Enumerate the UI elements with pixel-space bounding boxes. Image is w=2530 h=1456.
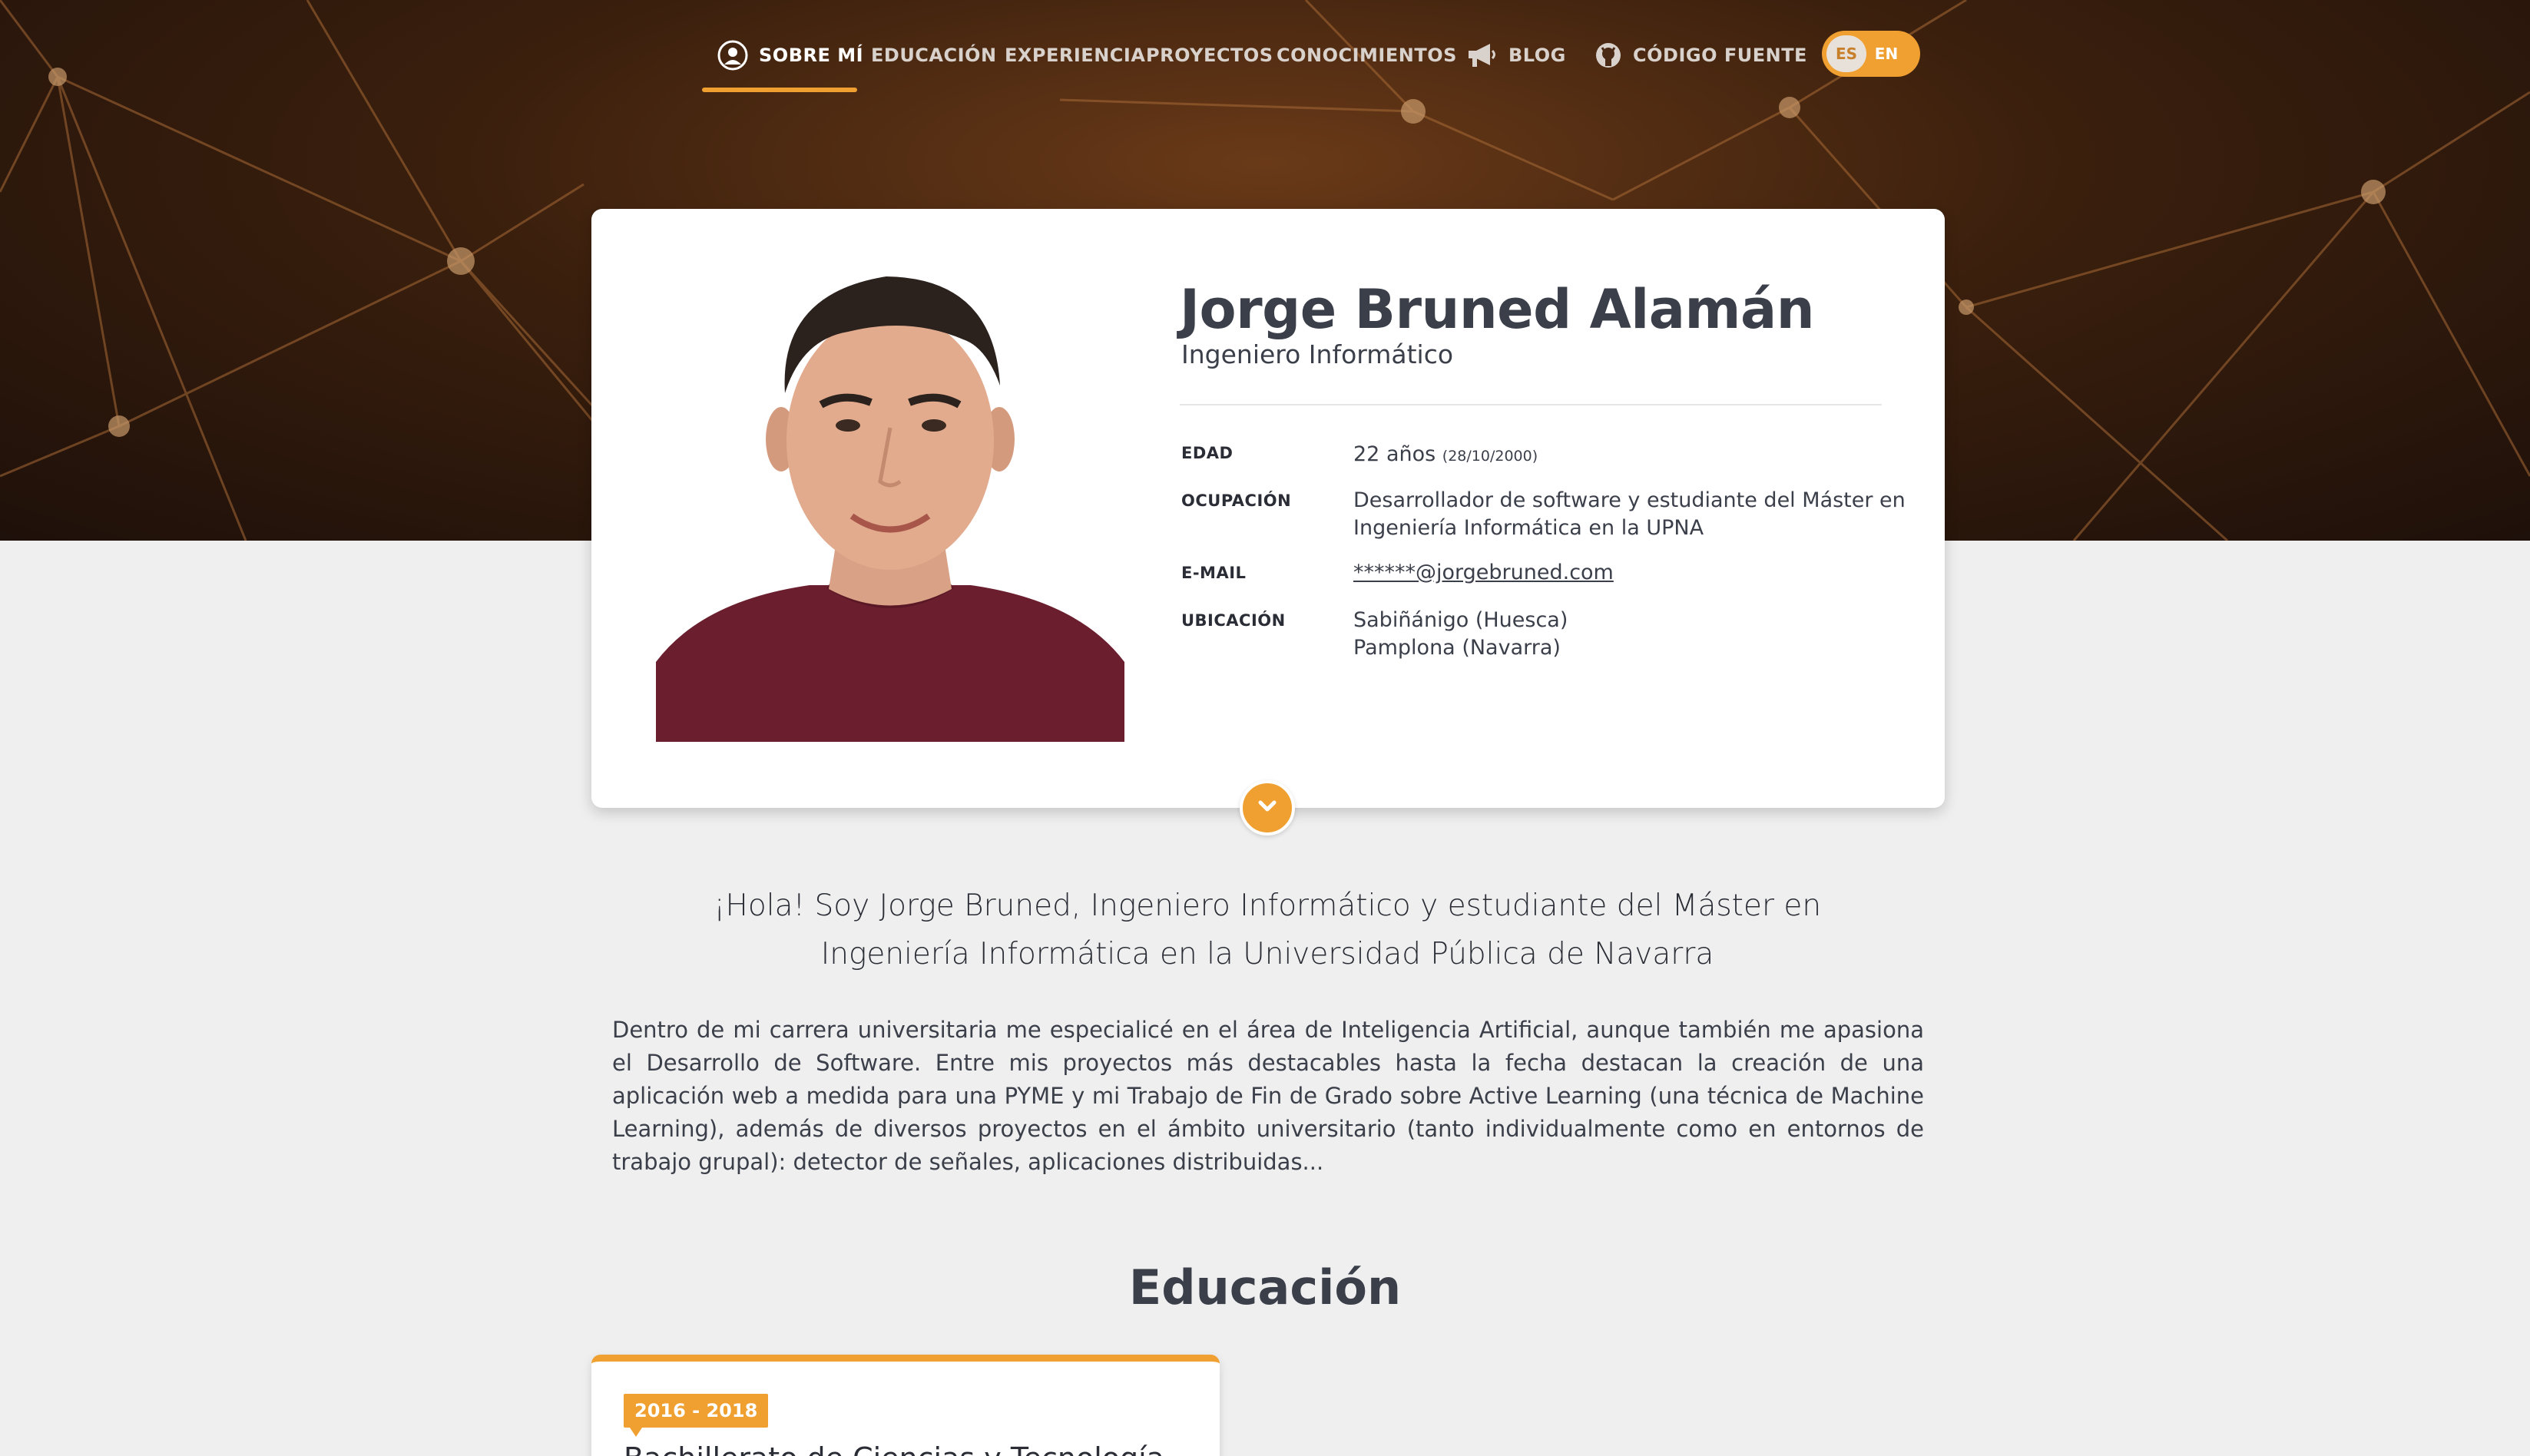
profile-photo	[656, 263, 1124, 742]
nav-item-conocimientos[interactable]: CONOCIMIENTOS	[1277, 40, 1457, 71]
language-option-en[interactable]: EN	[1866, 35, 1906, 72]
scroll-down-button[interactable]	[1240, 780, 1295, 836]
nav-item-label: CONOCIMIENTOS	[1277, 45, 1457, 66]
age-value: 22 años (28/10/2000)	[1353, 441, 1538, 470]
education-item-title: Bachillerato de Ciencias y Tecnología	[624, 1441, 1164, 1456]
nav-item-label: BLOG	[1508, 45, 1566, 66]
age-years: 22 años	[1353, 442, 1436, 466]
profile-card: Jorge Bruned Alamán Ingeniero Informátic…	[591, 209, 1945, 808]
about-paragraph: Dentro de mi carrera universitaria me es…	[612, 1017, 1924, 1175]
nav-item-label: CÓDIGO FUENTE	[1633, 45, 1807, 66]
megaphone-icon	[1465, 41, 1498, 69]
profile-divider	[1180, 404, 1882, 405]
occupation-line: Ingeniería Informática en la UPNA	[1353, 516, 1704, 540]
education-years-badge: 2016 - 2018	[624, 1394, 769, 1428]
age-label: EDAD	[1181, 444, 1234, 462]
profile-name: Jorge Bruned Alamán	[1180, 278, 1815, 341]
nav-item-label: EXPERIENCIA	[1005, 45, 1146, 66]
user-circle-icon	[717, 40, 748, 71]
nav-item-label: SOBRE MÍ	[759, 45, 864, 66]
nav-item-sobre-mi[interactable]: SOBRE MÍ	[717, 40, 863, 71]
nav-item-blog[interactable]: BLOG	[1465, 40, 1566, 71]
education-section-title: Educación	[1128, 1259, 1402, 1315]
active-nav-underline	[702, 88, 857, 92]
location-value: Sabiñánigo (Huesca) Pamplona (Navarra)	[1353, 607, 1568, 662]
nav-item-codigo-fuente[interactable]: CÓDIGO FUENTE	[1594, 40, 1807, 71]
occupation-value: Desarrollador de software y estudiante d…	[1353, 487, 1906, 542]
about-intro: ¡Hola! Soy Jorge Bruned, Ingeniero Infor…	[713, 888, 1822, 971]
profile-role: Ingeniero Informático	[1181, 339, 1454, 369]
nav-item-label: EDUCACIÓN	[871, 45, 997, 66]
occupation-line: Desarrollador de software y estudiante d…	[1353, 488, 1906, 512]
location-label: UBICACIÓN	[1181, 611, 1286, 630]
badge-tail	[630, 1428, 642, 1437]
nav-item-educacion[interactable]: EDUCACIÓN	[871, 40, 997, 71]
nav-item-experiencia[interactable]: EXPERIENCIA	[1005, 40, 1145, 71]
email-value: ******@jorgebruned.com	[1353, 559, 1614, 587]
language-toggle[interactable]: ES EN	[1822, 31, 1920, 77]
location-line: Sabiñánigo (Huesca)	[1353, 608, 1568, 632]
github-icon	[1594, 41, 1622, 69]
education-card: 2016 - 2018 Bachillerato de Ciencias y T…	[591, 1355, 1220, 1456]
chevron-down-icon	[1257, 799, 1278, 818]
location-line: Pamplona (Navarra)	[1353, 636, 1561, 660]
nav-item-label: PROYECTOS	[1146, 45, 1273, 66]
email-link[interactable]: ******@jorgebruned.com	[1353, 561, 1614, 584]
birth-date: (28/10/2000)	[1442, 448, 1538, 465]
occupation-label: OCUPACIÓN	[1181, 491, 1292, 510]
language-option-es[interactable]: ES	[1826, 35, 1866, 72]
email-label: E-MAIL	[1181, 564, 1247, 582]
nav-item-proyectos[interactable]: PROYECTOS	[1146, 40, 1273, 71]
top-navigation: SOBRE MÍ EDUCACIÓN EXPERIENCIA PROYECTOS…	[0, 0, 2530, 95]
